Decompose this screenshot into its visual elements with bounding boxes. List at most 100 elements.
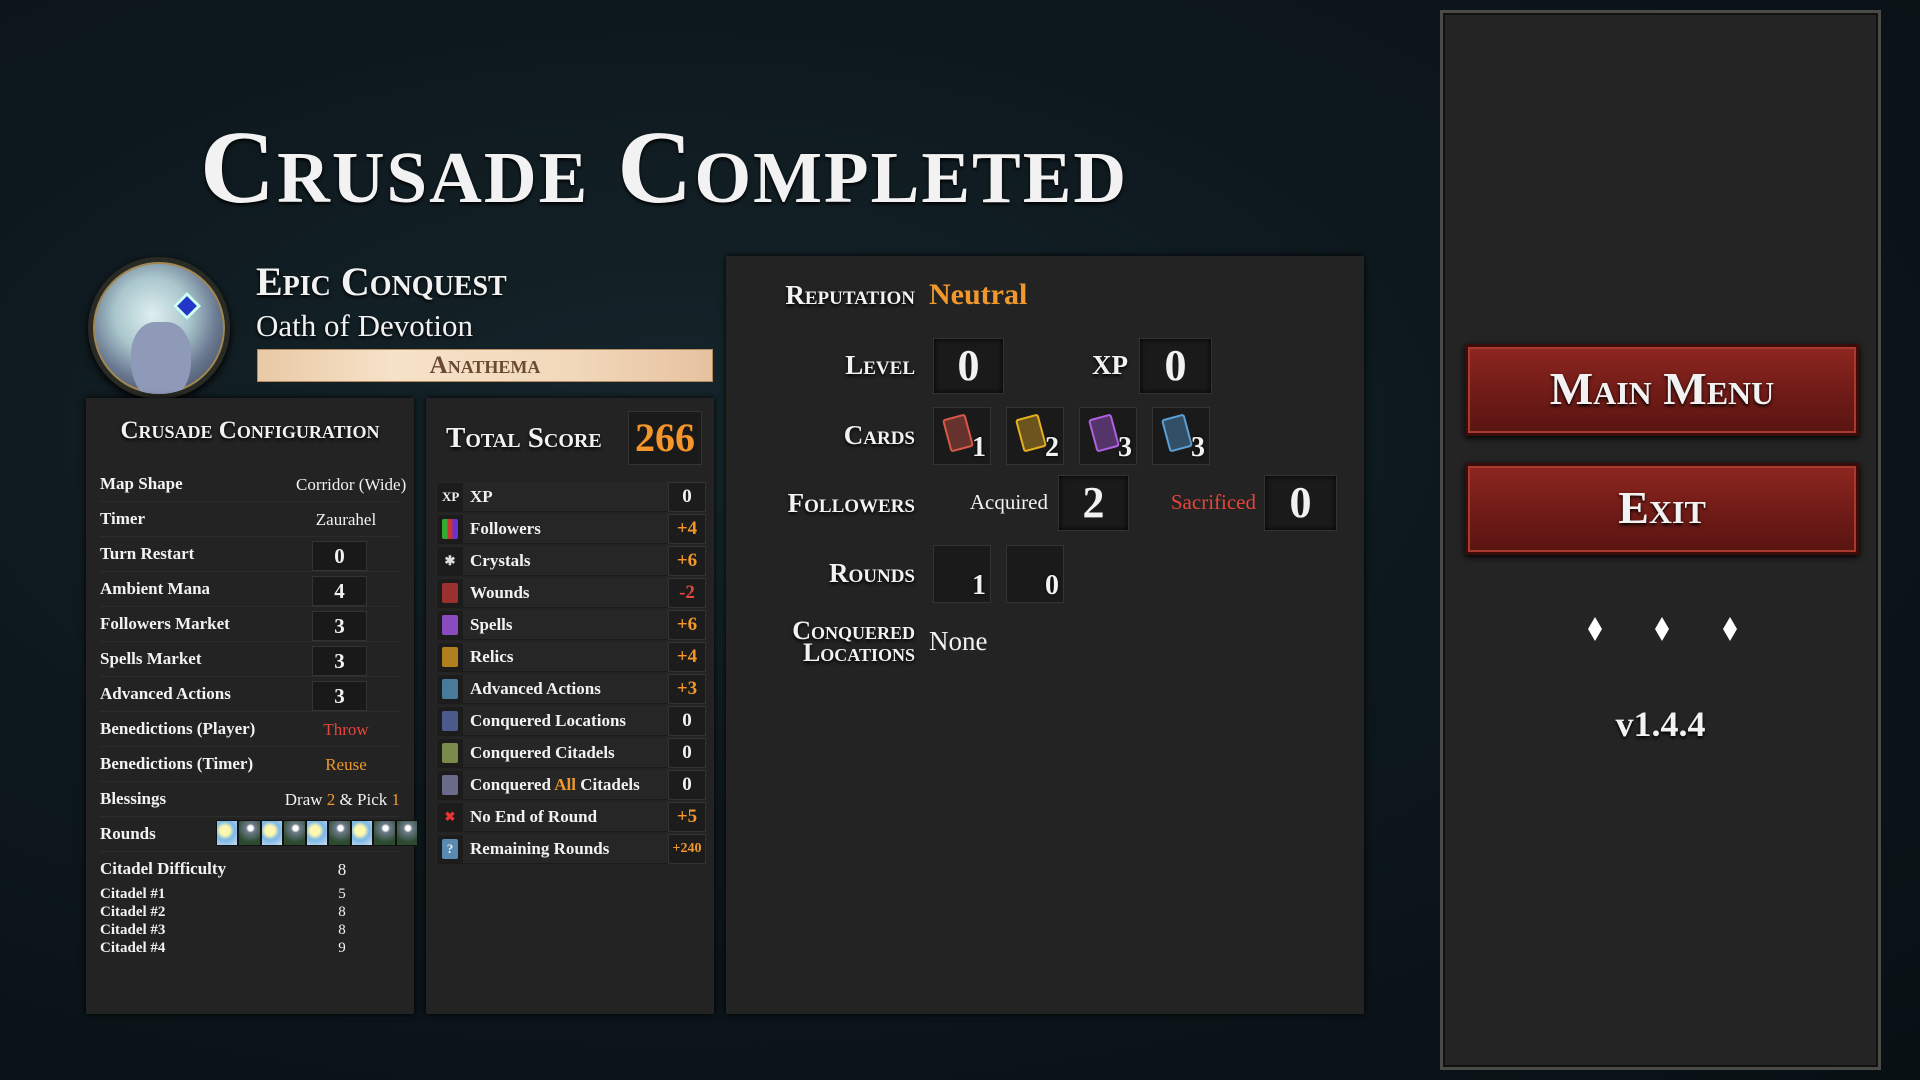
config-row-followers-market: Followers Market 3 — [100, 610, 400, 642]
score-value: -2 — [668, 578, 706, 608]
score-label: Spells — [470, 615, 513, 634]
config-row-rounds: Rounds — [100, 820, 418, 852]
followers-icon — [437, 515, 463, 543]
score-value: 0 — [668, 770, 706, 800]
config-value: Corridor (Wide) — [296, 475, 407, 494]
config-label: Timer — [100, 509, 146, 528]
config-value: 4 — [312, 576, 367, 606]
total-score-label: Total Score — [446, 422, 602, 454]
summary-panel: Reputation Neutral Level 0 XP 0 Cards 1 2… — [726, 256, 1364, 1014]
score-label: Advanced Actions — [470, 679, 601, 698]
wounds-icon — [437, 579, 463, 607]
score-row: ✱ Crystals +6 — [436, 546, 706, 576]
config-label: Map Shape — [100, 474, 183, 493]
main-menu-button[interactable]: Main Menu — [1465, 344, 1859, 436]
day-round-icon — [260, 820, 284, 846]
hero-portrait — [88, 257, 230, 399]
advanced-action-cards-icon: 3 — [1152, 407, 1210, 465]
score-value: +3 — [668, 674, 706, 704]
config-row-timer: Timer Zaurahel — [100, 505, 400, 537]
config-row-blessings: Blessings Draw 2 & Pick 1 — [100, 785, 400, 817]
sidebar: Main Menu Exit v1.4.4 — [1440, 10, 1881, 1070]
config-row-benedictions-player: Benedictions (Player) Throw — [100, 715, 400, 747]
citadel-label: Citadel #1 — [100, 886, 166, 902]
score-value: +6 — [668, 610, 706, 640]
citadel-value: 8 — [338, 922, 346, 938]
diamond-icon — [1655, 617, 1669, 641]
config-label: Benedictions (Player) — [100, 719, 256, 738]
citadel-value: 8 — [338, 904, 346, 920]
conquered-locations-value: None — [929, 626, 988, 656]
rounds-label: Rounds — [828, 558, 915, 588]
card-count: 1 — [972, 432, 986, 463]
config-row-citadel-difficulty: Citadel Difficulty 8 — [100, 855, 400, 887]
blessing-pick-count: 1 — [391, 790, 401, 809]
relic-cards-icon: 2 — [1006, 407, 1064, 465]
score-value: +4 — [668, 514, 706, 544]
score-row: Conquered Locations 0 — [436, 706, 706, 736]
level-value: 0 — [933, 338, 1004, 394]
score-label: Wounds — [470, 583, 530, 602]
acquired-label: Acquired — [969, 490, 1048, 514]
score-label: Crystals — [470, 551, 531, 570]
relics-icon — [437, 643, 463, 671]
citadel-value: 5 — [338, 886, 346, 902]
score-label: XP — [470, 487, 493, 506]
card-icon — [1088, 413, 1120, 453]
cards-label: Cards — [843, 420, 915, 450]
score-label: Conquered Locations — [470, 711, 627, 730]
icon-glyph: ? — [442, 839, 458, 859]
score-row: Conquered Citadels 0 — [436, 738, 706, 768]
config-value: 0 — [312, 541, 367, 571]
config-value: Draw 2 & Pick 1 — [270, 790, 400, 810]
xp-label: XP — [1092, 350, 1128, 380]
score-label-part: Citadels — [580, 775, 640, 794]
config-row-turn-restart: Turn Restart 0 — [100, 540, 400, 572]
spell-cards-icon: 3 — [1079, 407, 1137, 465]
diamond-icon — [1723, 617, 1737, 641]
anathema-banner: Anathema — [257, 349, 713, 382]
config-value: Reuse — [325, 755, 367, 774]
conquered-citadels-icon — [437, 739, 463, 767]
config-label: Turn Restart — [100, 544, 195, 563]
citadel-row: Citadel #1 5 — [100, 886, 400, 904]
citadel-value: 9 — [338, 940, 346, 956]
crystals-icon: ✱ — [437, 547, 463, 575]
no-end-of-round-icon: ✖ — [437, 803, 463, 831]
blessing-draw-count: 2 — [326, 790, 336, 809]
score-row: Advanced Actions +3 — [436, 674, 706, 704]
config-label: Followers Market — [100, 614, 230, 633]
night-rounds-count: 0 — [1045, 570, 1059, 601]
night-round-icon — [328, 820, 351, 846]
night-rounds-icon: 0 — [1006, 545, 1064, 603]
night-round-icon — [238, 820, 261, 846]
card-count: 2 — [1045, 432, 1059, 463]
config-row-map-shape: Map Shape Corridor (Wide) — [100, 470, 407, 502]
citadel-row: Citadel #2 8 — [100, 904, 400, 922]
crusade-configuration-panel: Crusade Configuration Map Shape Corridor … — [86, 398, 418, 1014]
score-label: Remaining Rounds — [470, 839, 610, 858]
advanced-actions-icon — [437, 675, 463, 703]
day-rounds-icon: 1 — [933, 545, 991, 603]
config-label: Ambient Mana — [100, 579, 211, 598]
acquired-value: 2 — [1058, 475, 1129, 531]
score-row: Conquered All Citadels 0 — [436, 770, 706, 800]
config-value: 3 — [312, 611, 367, 641]
page-title: Crusade Completed — [200, 110, 1129, 225]
score-value: 0 — [668, 482, 706, 512]
exit-button[interactable]: Exit — [1465, 463, 1859, 555]
config-heading: Crusade Configuration — [120, 417, 380, 444]
score-panel: Total Score 266 XP XP 0 Followers +4 ✱ Crystal… — [426, 398, 714, 1014]
version-label: v1.4.4 — [1615, 704, 1706, 744]
score-label: Conquered All Citadels — [470, 775, 640, 795]
score-value: +6 — [668, 546, 706, 576]
card-count: 3 — [1118, 432, 1132, 463]
config-value: Throw — [323, 720, 369, 739]
total-score-value: 266 — [628, 411, 702, 465]
citadel-label: Citadel #4 — [100, 940, 166, 956]
config-label: Advanced Actions — [100, 684, 231, 703]
oath-subtitle: Oath of Devotion — [256, 308, 473, 343]
config-row-ambient-mana: Ambient Mana 4 — [100, 575, 400, 607]
conquered-all-citadels-icon — [437, 771, 463, 799]
score-value: 0 — [668, 738, 706, 768]
